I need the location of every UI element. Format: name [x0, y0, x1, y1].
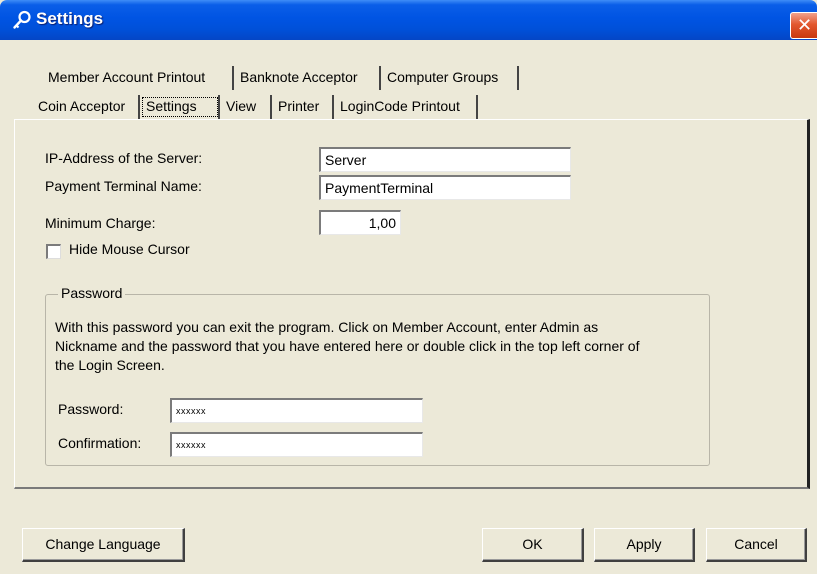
- close-button[interactable]: ✕: [790, 12, 817, 39]
- minimum-charge-input[interactable]: 1,00: [319, 210, 401, 235]
- title-bar[interactable]: Settings ✕: [0, 0, 817, 40]
- password-group-legend: Password: [58, 285, 126, 301]
- hide-mouse-cursor-label: Hide Mouse Cursor: [69, 241, 190, 257]
- terminal-name-input[interactable]: PaymentTerminal: [319, 175, 571, 200]
- ip-address-label: IP-Address of the Server:: [45, 150, 203, 166]
- password-description: With this password you can exit the prog…: [55, 319, 640, 373]
- tab-printer[interactable]: Printer: [272, 95, 334, 119]
- key-icon: [13, 10, 31, 29]
- close-icon: ✕: [797, 15, 813, 35]
- tab-member-account-printout[interactable]: Member Account Printout: [42, 66, 234, 90]
- apply-button[interactable]: Apply: [594, 528, 695, 562]
- ok-button[interactable]: OK: [482, 528, 584, 562]
- password-input[interactable]: xxxxxx: [170, 398, 423, 423]
- password-label: Password:: [58, 401, 124, 417]
- confirmation-input[interactable]: xxxxxx: [170, 432, 423, 457]
- hide-mouse-cursor-checkbox[interactable]: [46, 244, 61, 259]
- tab-view[interactable]: View: [220, 95, 272, 119]
- cancel-button[interactable]: Cancel: [706, 528, 807, 562]
- minimum-charge-label: Minimum Charge:: [45, 215, 156, 231]
- settings-window: Settings ✕ Member Account Printout Bankn…: [0, 0, 817, 574]
- tab-coin-acceptor[interactable]: Coin Acceptor: [32, 95, 140, 119]
- tab-computer-groups[interactable]: Computer Groups: [381, 66, 519, 90]
- window-title: Settings: [36, 9, 104, 28]
- tab-banknote-acceptor[interactable]: Banknote Acceptor: [234, 66, 381, 90]
- confirmation-label: Confirmation:: [58, 435, 142, 451]
- change-language-button[interactable]: Change Language: [22, 528, 185, 562]
- tab-settings[interactable]: Settings: [140, 95, 220, 119]
- ip-address-input[interactable]: Server: [319, 147, 571, 172]
- tab-logincode-printout[interactable]: LoginCode Printout: [334, 95, 478, 119]
- terminal-name-label: Payment Terminal Name:: [45, 178, 202, 194]
